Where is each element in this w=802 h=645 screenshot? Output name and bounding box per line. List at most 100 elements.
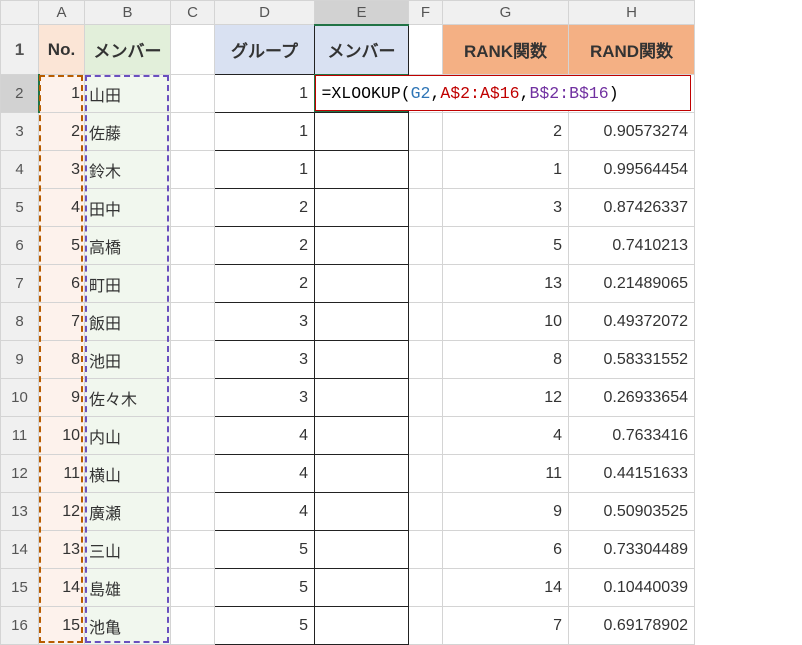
cell-D4[interactable]: 1: [215, 151, 315, 189]
cell-B3[interactable]: 佐藤: [85, 113, 171, 151]
cell-G3[interactable]: 2: [443, 113, 569, 151]
cell-F16[interactable]: [409, 607, 443, 645]
cell-E4[interactable]: [315, 151, 409, 189]
cell-H6[interactable]: 0.7410213: [569, 227, 695, 265]
cell-D8[interactable]: 3: [215, 303, 315, 341]
col-header-B[interactable]: B: [85, 1, 171, 25]
cell-C14[interactable]: [171, 531, 215, 569]
cell-C12[interactable]: [171, 455, 215, 493]
row-header-2[interactable]: 2: [1, 75, 39, 113]
cell-A13[interactable]: 12: [39, 493, 85, 531]
cell-H9[interactable]: 0.58331552: [569, 341, 695, 379]
cell-E8[interactable]: [315, 303, 409, 341]
spreadsheet[interactable]: A B C D E F G H 1 No. メンバー グループ メンバー RAN…: [0, 0, 802, 645]
col-header-A[interactable]: A: [39, 1, 85, 25]
cell-H12[interactable]: 0.44151633: [569, 455, 695, 493]
cell-D12[interactable]: 4: [215, 455, 315, 493]
header-no[interactable]: No.: [39, 25, 85, 75]
cell-G11[interactable]: 4: [443, 417, 569, 455]
row-header-10[interactable]: 10: [1, 379, 39, 417]
cell-B5[interactable]: 田中: [85, 189, 171, 227]
cell-A4[interactable]: 3: [39, 151, 85, 189]
cell-F7[interactable]: [409, 265, 443, 303]
cell-A15[interactable]: 14: [39, 569, 85, 607]
formula-edit-overlay[interactable]: =XLOOKUP(G2,A$2:A$16,B$2:B$16): [315, 75, 691, 111]
cell-A14[interactable]: 13: [39, 531, 85, 569]
cell-A10[interactable]: 9: [39, 379, 85, 417]
cell-D3[interactable]: 1: [215, 113, 315, 151]
col-header-H[interactable]: H: [569, 1, 695, 25]
cell-A8[interactable]: 7: [39, 303, 85, 341]
cell-C1[interactable]: [171, 25, 215, 75]
cell-A9[interactable]: 8: [39, 341, 85, 379]
row-header-1[interactable]: 1: [1, 25, 39, 75]
cell-A5[interactable]: 4: [39, 189, 85, 227]
cell-C16[interactable]: [171, 607, 215, 645]
cell-A16[interactable]: 15: [39, 607, 85, 645]
cell-B13[interactable]: 廣瀬: [85, 493, 171, 531]
col-header-F[interactable]: F: [409, 1, 443, 25]
cell-A11[interactable]: 10: [39, 417, 85, 455]
header-group[interactable]: グループ: [215, 25, 315, 75]
cell-B6[interactable]: 高橋: [85, 227, 171, 265]
cell-H16[interactable]: 0.69178902: [569, 607, 695, 645]
cell-D13[interactable]: 4: [215, 493, 315, 531]
cell-E14[interactable]: [315, 531, 409, 569]
cell-G4[interactable]: 1: [443, 151, 569, 189]
row-header-6[interactable]: 6: [1, 227, 39, 265]
row-header-5[interactable]: 5: [1, 189, 39, 227]
cell-G13[interactable]: 9: [443, 493, 569, 531]
col-header-E[interactable]: E: [315, 1, 409, 25]
cell-E15[interactable]: [315, 569, 409, 607]
cell-G10[interactable]: 12: [443, 379, 569, 417]
cell-B14[interactable]: 三山: [85, 531, 171, 569]
cell-C9[interactable]: [171, 341, 215, 379]
cell-F9[interactable]: [409, 341, 443, 379]
cell-H7[interactable]: 0.21489065: [569, 265, 695, 303]
header-member-src[interactable]: メンバー: [85, 25, 171, 75]
header-rand[interactable]: RAND関数: [569, 25, 695, 75]
cell-F4[interactable]: [409, 151, 443, 189]
cell-C4[interactable]: [171, 151, 215, 189]
cell-C2[interactable]: [171, 75, 215, 113]
cell-E12[interactable]: [315, 455, 409, 493]
cell-H4[interactable]: 0.99564454: [569, 151, 695, 189]
cell-F15[interactable]: [409, 569, 443, 607]
row-header-4[interactable]: 4: [1, 151, 39, 189]
cell-E6[interactable]: [315, 227, 409, 265]
row-header-11[interactable]: 11: [1, 417, 39, 455]
cell-H13[interactable]: 0.50903525: [569, 493, 695, 531]
cell-H8[interactable]: 0.49372072: [569, 303, 695, 341]
header-member-dst[interactable]: メンバー: [315, 25, 409, 75]
cell-G6[interactable]: 5: [443, 227, 569, 265]
cell-G5[interactable]: 3: [443, 189, 569, 227]
cell-C7[interactable]: [171, 265, 215, 303]
col-header-G[interactable]: G: [443, 1, 569, 25]
cell-C6[interactable]: [171, 227, 215, 265]
col-header-C[interactable]: C: [171, 1, 215, 25]
cell-A6[interactable]: 5: [39, 227, 85, 265]
cell-H10[interactable]: 0.26933654: [569, 379, 695, 417]
cell-B4[interactable]: 鈴木: [85, 151, 171, 189]
cell-E7[interactable]: [315, 265, 409, 303]
row-header-13[interactable]: 13: [1, 493, 39, 531]
cell-F11[interactable]: [409, 417, 443, 455]
row-header-14[interactable]: 14: [1, 531, 39, 569]
cell-E10[interactable]: [315, 379, 409, 417]
cell-B2[interactable]: 山田: [85, 75, 171, 113]
cell-D16[interactable]: 5: [215, 607, 315, 645]
cell-E3[interactable]: [315, 113, 409, 151]
cell-C10[interactable]: [171, 379, 215, 417]
cell-F5[interactable]: [409, 189, 443, 227]
row-header-7[interactable]: 7: [1, 265, 39, 303]
cell-E9[interactable]: [315, 341, 409, 379]
cell-G12[interactable]: 11: [443, 455, 569, 493]
cell-F6[interactable]: [409, 227, 443, 265]
cell-F14[interactable]: [409, 531, 443, 569]
col-header-D[interactable]: D: [215, 1, 315, 25]
cell-F10[interactable]: [409, 379, 443, 417]
cell-C11[interactable]: [171, 417, 215, 455]
cell-B8[interactable]: 飯田: [85, 303, 171, 341]
cell-H14[interactable]: 0.73304489: [569, 531, 695, 569]
cell-D6[interactable]: 2: [215, 227, 315, 265]
